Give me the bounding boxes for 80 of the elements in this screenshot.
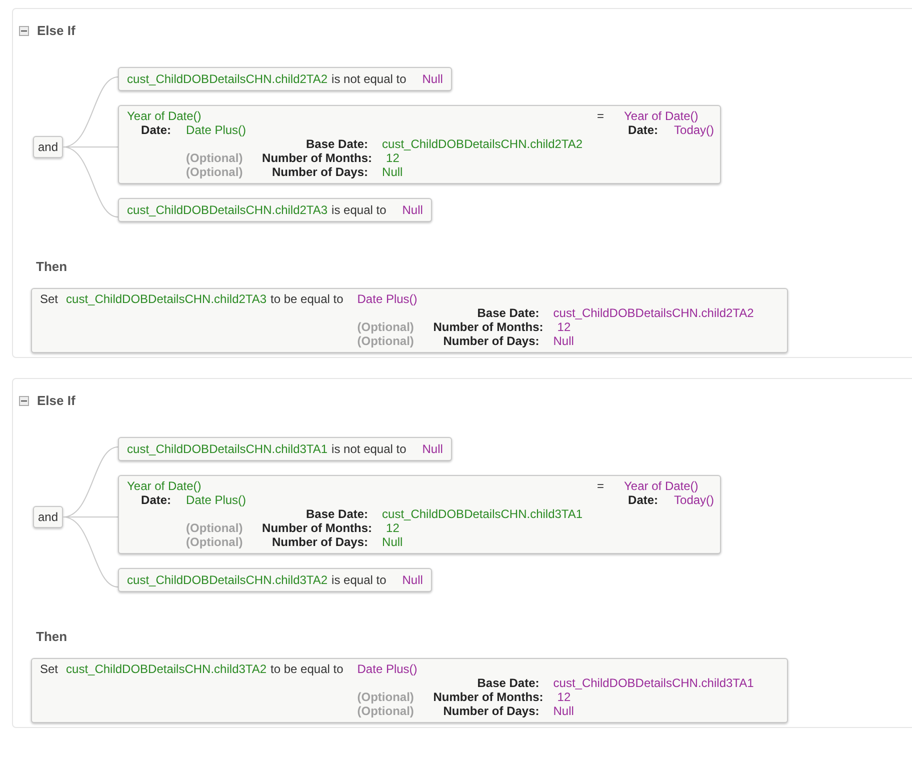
collapse-icon[interactable]	[19, 396, 29, 406]
optional-label: (Optional)	[357, 690, 414, 704]
parameter-value: cust_ChildDOBDetailsCHN.child3TA1	[382, 506, 584, 520]
function-value: Today()	[674, 492, 714, 506]
optional-label: (Optional)	[357, 334, 414, 348]
optional-label: (Optional)	[357, 320, 414, 334]
operator-text: to be equal to	[270, 662, 344, 678]
optional-label: (Optional)	[357, 704, 414, 718]
action-box[interactable]: Set cust_ChildDOBDetailsCHN.child2TA3 to be equal to Date Plus() Base Date: cust_ChildDOBDetailsCHN.child2TA2 (Optional) Number of Months: 12 (Optional) Number of Days: Null	[31, 288, 788, 353]
section-heading: Else If	[37, 22, 76, 40]
condition-box[interactable]: cust_ChildDOBDetailsCHN.child2TA2 is not equal to Null	[118, 66, 452, 90]
optional-label: (Optional)	[186, 534, 243, 548]
parameter-label: Number of Days:	[271, 164, 368, 178]
operator-text: to be equal to	[270, 292, 344, 308]
field-name: cust_ChildDOBDetailsCHN.child3TA2	[66, 662, 267, 678]
condition-box[interactable]: Year of Date() Date: Date Plus() Base Date: cust_ChildDOBDetailsCHN.child2TA2 (Optional) Number of Months: 12 (Optional) Number of Days: Null = Year of Date() Date: Today()	[118, 104, 722, 184]
logic-operator[interactable]: and	[33, 506, 64, 528]
parameter-value: 12	[385, 150, 400, 164]
collapse-icon[interactable]	[19, 26, 29, 36]
operator-text: =	[597, 108, 604, 122]
argument-label: Date:	[141, 122, 172, 136]
operator-text: is not equal to	[332, 440, 406, 458]
logic-operator[interactable]: and	[33, 136, 64, 158]
action-box[interactable]: Set cust_ChildDOBDetailsCHN.child3TA2 to be equal to Date Plus() Base Date: cust_ChildDOBDetailsCHN.child3TA1 (Optional) Number of Months: 12 (Optional) Number of Days: Null	[31, 658, 788, 723]
function-name: Year of Date()	[127, 108, 202, 122]
operator-text: is not equal to	[332, 70, 406, 88]
parameter-label: Number of Days:	[271, 534, 368, 548]
function-name: Date Plus()	[357, 292, 418, 306]
parameter-label: Base Date:	[476, 306, 540, 320]
value-text: Null	[422, 440, 443, 458]
condition-box[interactable]: Year of Date() Date: Date Plus() Base Date: cust_ChildDOBDetailsCHN.child3TA1 (Optional) Number of Months: 12 (Optional) Number of Days: Null = Year of Date() Date: Today()	[118, 474, 722, 554]
parameter-value: Null	[382, 534, 404, 548]
operator-text: =	[597, 478, 604, 492]
parameter-value: 12	[556, 690, 572, 704]
field-name: cust_ChildDOBDetailsCHN.child3TA1	[127, 440, 328, 458]
function-name: Year of Date()	[624, 478, 700, 492]
argument-label: Date:	[628, 122, 660, 136]
argument-label: Date:	[141, 492, 172, 506]
optional-label: (Optional)	[186, 164, 243, 178]
optional-label: (Optional)	[186, 520, 243, 534]
parameter-label: Base Date:	[305, 136, 368, 150]
parameter-label: Number of Days:	[442, 334, 540, 348]
operator-text: is equal to	[332, 572, 386, 588]
value-text: Null	[402, 572, 423, 588]
function-name: Year of Date()	[624, 108, 700, 122]
function-name: Date Plus()	[186, 492, 246, 506]
value-text: Null	[402, 202, 423, 218]
function-name: Date Plus()	[357, 662, 418, 676]
parameter-value: 12	[385, 520, 400, 534]
parameter-label: Base Date:	[476, 676, 540, 690]
operator-text: is equal to	[332, 202, 386, 218]
parameter-value: cust_ChildDOBDetailsCHN.child2TA2	[382, 136, 584, 150]
section-heading: Else If	[37, 392, 76, 410]
parameter-value: cust_ChildDOBDetailsCHN.child3TA1	[553, 676, 754, 690]
parameter-label: Number of Months:	[262, 520, 368, 534]
condition-box[interactable]: cust_ChildDOBDetailsCHN.child2TA3 is equal to Null	[118, 198, 432, 222]
function-name: Year of Date()	[127, 478, 202, 492]
section-heading: Then	[36, 628, 68, 646]
field-name: cust_ChildDOBDetailsCHN.child2TA2	[127, 70, 328, 88]
parameter-label: Number of Months:	[262, 150, 368, 164]
argument-label: Date:	[628, 492, 660, 506]
field-name: cust_ChildDOBDetailsCHN.child2TA3	[66, 292, 267, 308]
action-verb: Set	[40, 662, 58, 678]
condition-box[interactable]: cust_ChildDOBDetailsCHN.child3TA1 is not equal to Null	[118, 436, 452, 460]
field-name: cust_ChildDOBDetailsCHN.child3TA2	[127, 572, 328, 588]
condition-box[interactable]: cust_ChildDOBDetailsCHN.child3TA2 is equal to Null	[118, 568, 432, 592]
parameter-label: Base Date:	[305, 506, 368, 520]
value-text: Null	[422, 70, 443, 88]
section-heading: Then	[36, 258, 68, 276]
parameter-value: cust_ChildDOBDetailsCHN.child2TA2	[553, 306, 754, 320]
action-verb: Set	[40, 292, 58, 308]
parameter-value: Null	[553, 334, 575, 348]
function-name: Date Plus()	[186, 122, 246, 136]
field-name: cust_ChildDOBDetailsCHN.child2TA3	[127, 202, 328, 218]
parameter-value: Null	[382, 164, 404, 178]
function-value: Today()	[674, 122, 714, 136]
parameter-label: Number of Days:	[442, 704, 540, 718]
parameter-value: 12	[556, 320, 572, 334]
parameter-value: Null	[553, 704, 575, 718]
optional-label: (Optional)	[186, 150, 243, 164]
